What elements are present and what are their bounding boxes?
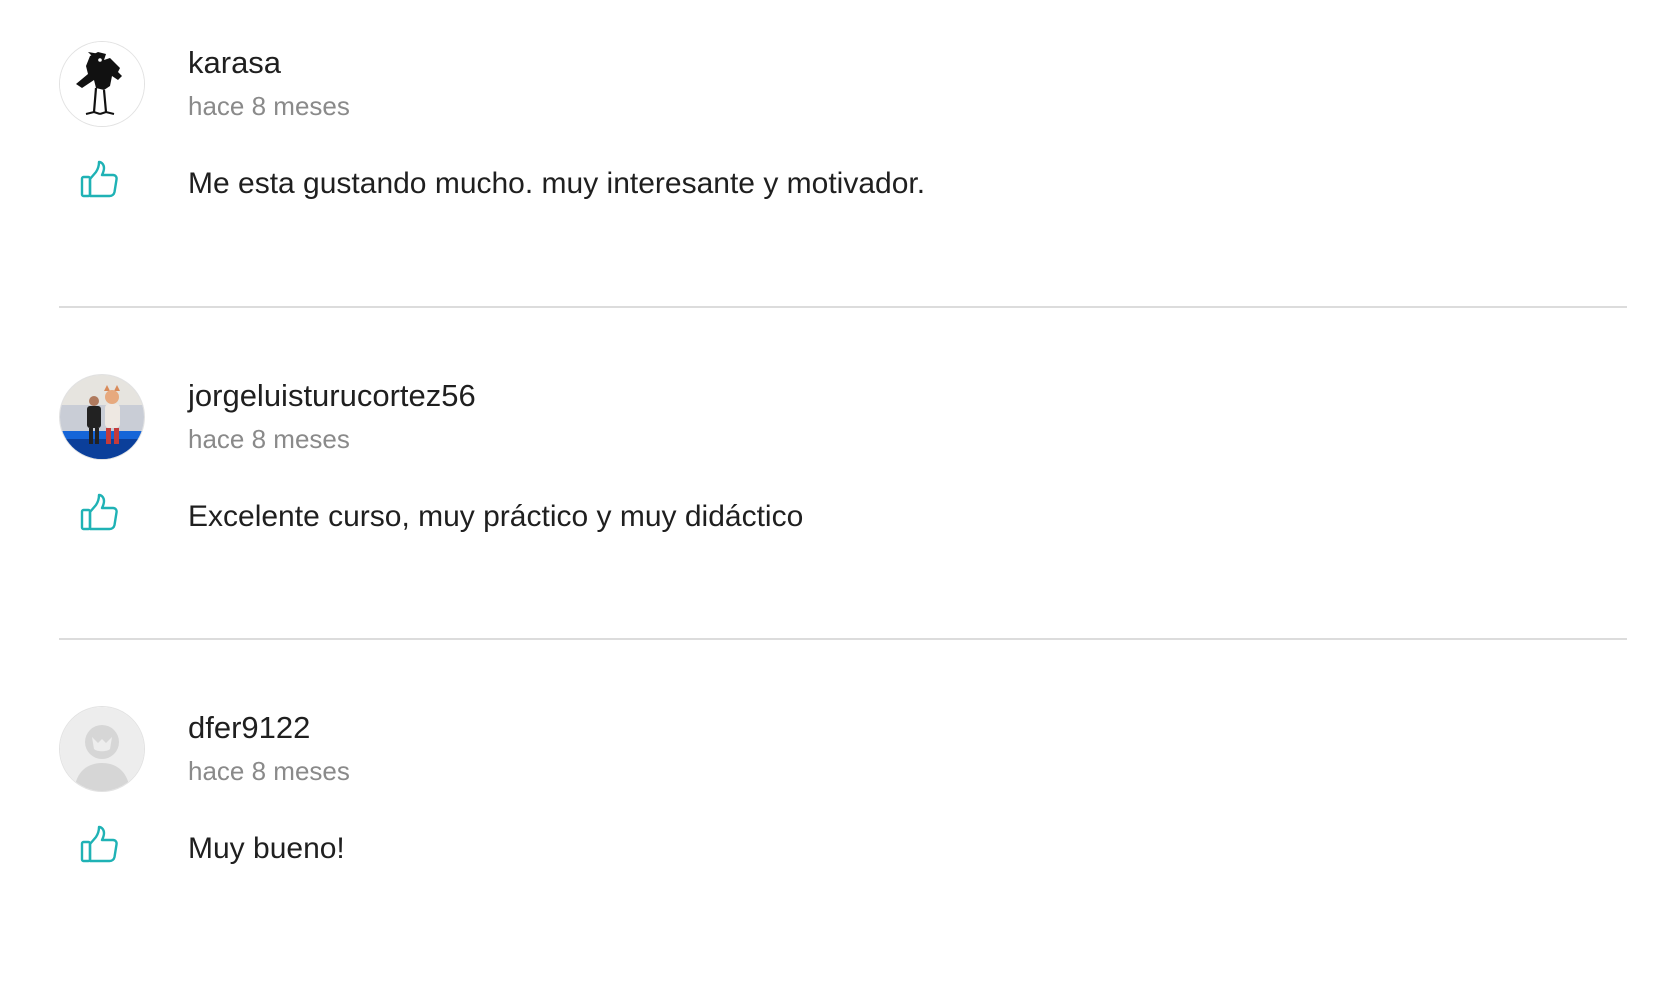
review-timestamp: hace 8 meses	[188, 91, 350, 121]
review-comment: Excelente curso, muy práctico y muy didá…	[188, 500, 804, 533]
review-comment: Muy bueno!	[188, 832, 345, 865]
review-item: jorgeluisturucortez56 hace 8 meses Excel…	[0, 333, 1678, 663]
review-timestamp: hace 8 meses	[188, 756, 350, 786]
review-username[interactable]: karasa	[188, 44, 281, 82]
thumbs-up-icon[interactable]	[78, 823, 122, 867]
review-divider	[59, 306, 1627, 308]
review-username[interactable]: dfer9122	[188, 709, 310, 747]
reviews-list: karasa hace 8 meses Me esta gustando muc…	[0, 0, 1678, 928]
review-item: dfer9122 hace 8 meses Muy bueno!	[0, 665, 1678, 995]
default-user-avatar-icon[interactable]	[59, 706, 145, 792]
review-item: karasa hace 8 meses Me esta gustando muc…	[0, 0, 1678, 330]
review-comment: Me esta gustando mucho. muy interesante …	[188, 167, 926, 200]
review-username[interactable]: jorgeluisturucortez56	[188, 377, 476, 415]
photo-avatar[interactable]	[59, 374, 145, 460]
bird-avatar-icon[interactable]	[59, 41, 145, 127]
review-timestamp: hace 8 meses	[188, 424, 350, 454]
thumbs-up-icon[interactable]	[78, 158, 122, 202]
review-divider	[59, 638, 1627, 640]
thumbs-up-icon[interactable]	[78, 491, 122, 535]
